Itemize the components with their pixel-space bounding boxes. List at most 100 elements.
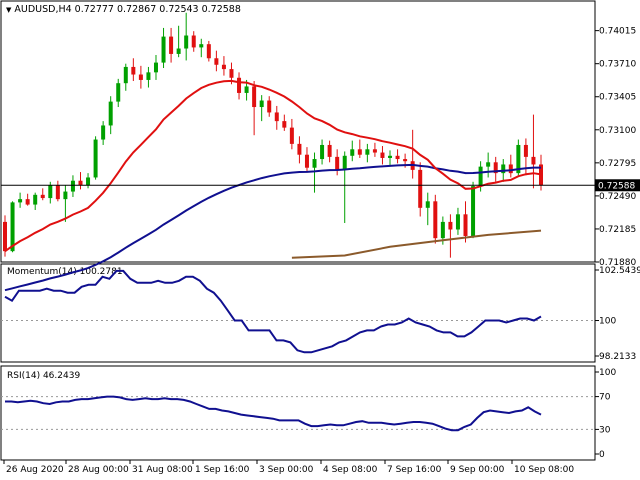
- bull-candle: [18, 199, 23, 203]
- current-price-label: 0.72588: [598, 181, 635, 191]
- bull-candle: [478, 166, 483, 187]
- time-tick-label: 31 Aug 08:00: [132, 465, 193, 475]
- trading-chart[interactable]: 0.74015 0.73710 0.73405 0.73100 0.72795 0.724…: [0, 0, 640, 480]
- bull-candle: [259, 100, 264, 108]
- bear-candle: [418, 169, 423, 208]
- bear-candle: [297, 143, 302, 155]
- time-tick-label: 26 Aug 2020: [6, 465, 64, 475]
- bear-candle: [40, 194, 45, 199]
- time-tick-label: 28 Aug 00:00: [68, 465, 129, 475]
- bull-candle: [184, 35, 189, 49]
- bull-candle: [33, 194, 38, 205]
- price-tick-label: 0.73100: [599, 126, 636, 136]
- price-tick-label: 0.72490: [599, 192, 636, 202]
- bull-candle: [471, 186, 476, 236]
- bear-candle: [335, 156, 340, 170]
- rsi-line: [5, 395, 542, 432]
- bull-candle: [312, 159, 317, 168]
- price-tick-label: 0.74015: [599, 27, 636, 37]
- price-tick-label: 0.73710: [599, 60, 636, 70]
- bull-candle: [365, 149, 370, 155]
- time-tick-label: 9 Sep 00:00: [450, 465, 505, 475]
- bull-candle: [350, 149, 355, 156]
- time-tick-label: 1 Sep 16:00: [195, 465, 250, 475]
- bear-candle: [191, 35, 196, 48]
- bull-candle: [116, 83, 121, 102]
- time-tick-label: 10 Sep 08:00: [514, 465, 574, 475]
- bear-candle: [433, 201, 438, 239]
- bull-candle: [486, 162, 491, 167]
- rsi-tick-label: 100: [599, 368, 616, 378]
- momentum-tick-label: 100: [599, 317, 616, 327]
- bear-candle: [327, 144, 332, 157]
- bull-candle: [455, 214, 460, 230]
- bull-candle: [244, 86, 249, 93]
- bull-candle: [501, 164, 506, 174]
- bull-candle: [70, 180, 75, 192]
- momentum-panel-frame: [0, 263, 596, 363]
- time-tick-label: 3 Sep 00:00: [259, 465, 314, 475]
- price-tick-label: 0.72795: [599, 159, 636, 169]
- bull-candle: [63, 191, 68, 200]
- bull-candle: [199, 44, 204, 48]
- bull-candle: [425, 201, 430, 208]
- bear-candle: [206, 44, 211, 59]
- bear-candle: [357, 149, 362, 155]
- price-tick-label: 0.73405: [599, 93, 636, 103]
- bear-candle: [214, 58, 219, 65]
- bear-candle: [463, 214, 468, 236]
- bull-candle: [146, 72, 151, 80]
- bull-candle: [108, 101, 113, 126]
- momentum-line: [4, 269, 542, 354]
- bull-candle: [10, 202, 15, 252]
- momentum-tick-label: 102.5439: [599, 266, 640, 276]
- bear-candle: [267, 100, 272, 113]
- bull-candle: [93, 139, 98, 178]
- bear-candle: [531, 156, 536, 165]
- ema-slow-line: [291, 229, 542, 259]
- bull-candle: [123, 66, 128, 84]
- bear-candle: [380, 152, 385, 158]
- ema-fast-line: [4, 79, 542, 253]
- bear-candle: [3, 221, 7, 252]
- bear-candle: [229, 69, 234, 78]
- time-tick-label: 7 Sep 16:00: [387, 465, 442, 475]
- bull-candle: [388, 155, 393, 158]
- momentum-tick-label: 98.2133: [599, 352, 636, 362]
- bull-candle: [48, 185, 53, 199]
- bear-candle: [395, 155, 400, 160]
- bear-candle: [448, 221, 453, 230]
- bear-candle: [78, 180, 83, 186]
- bull-candle: [342, 155, 347, 170]
- bull-candle: [153, 62, 158, 73]
- bear-candle: [523, 144, 528, 157]
- bull-candle: [440, 221, 445, 239]
- bear-candle: [237, 77, 242, 93]
- bear-candle: [169, 36, 174, 54]
- bear-candle: [221, 64, 226, 70]
- bull-candle: [161, 36, 166, 63]
- bear-candle: [25, 199, 30, 205]
- price-panel-frame: [0, 0, 596, 263]
- bear-candle: [131, 66, 136, 75]
- bull-candle: [86, 177, 91, 186]
- bull-candle: [320, 144, 325, 160]
- bear-candle: [138, 74, 143, 80]
- bear-candle: [282, 121, 287, 128]
- bear-candle: [55, 185, 60, 200]
- bear-candle: [289, 127, 294, 144]
- bull-candle: [176, 48, 181, 54]
- bull-candle: [101, 125, 106, 140]
- bear-candle: [274, 112, 279, 122]
- rsi-tick-label: 0: [599, 450, 605, 460]
- rsi-tick-label: 30: [599, 425, 611, 435]
- bear-candle: [304, 154, 309, 168]
- time-tick-label: 4 Sep 08:00: [323, 465, 378, 475]
- ema-mid-line: [4, 163, 541, 292]
- bear-candle: [372, 149, 377, 153]
- bear-candle: [403, 159, 408, 162]
- bear-candle: [252, 86, 257, 108]
- rsi-tick-label: 70: [599, 393, 611, 403]
- bear-candle: [508, 164, 513, 174]
- price-tick-label: 0.72185: [599, 225, 636, 235]
